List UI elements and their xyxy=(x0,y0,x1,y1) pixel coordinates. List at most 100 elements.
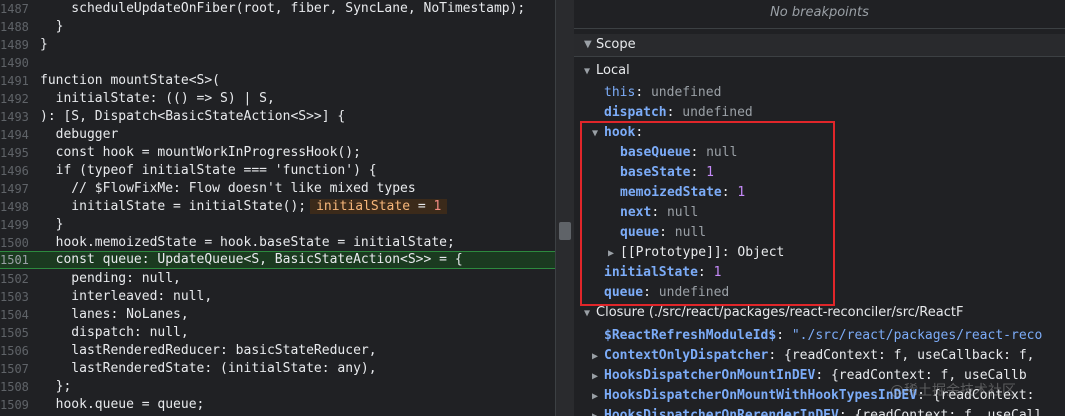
line-number[interactable]: 1503 xyxy=(0,288,29,306)
code-text: initialState: (() => S) | S, xyxy=(40,91,275,106)
line-number[interactable]: 1502 xyxy=(0,270,29,288)
code-line[interactable]: 1488 } xyxy=(0,18,555,36)
current-execution-line[interactable]: 1501 const queue: UpdateQueue<S, BasicSt… xyxy=(0,251,555,269)
code-line[interactable]: 1503 interleaved: null, xyxy=(0,288,555,306)
line-number[interactable]: 1489 xyxy=(0,36,29,54)
line-number[interactable]: 1509 xyxy=(0,396,29,414)
code-line[interactable]: 1489} xyxy=(0,36,555,54)
prop-name: next xyxy=(620,205,652,220)
line-number[interactable]: 1493 xyxy=(0,108,29,126)
var-name: hook xyxy=(604,125,636,140)
scope-var-queue[interactable]: queue: undefined xyxy=(604,283,729,303)
line-number[interactable]: 1500 xyxy=(0,234,29,252)
line-number[interactable]: 1498 xyxy=(0,198,29,216)
triangle-right-icon[interactable]: ▶ xyxy=(592,347,604,367)
line-number[interactable]: 1497 xyxy=(0,180,29,198)
code-text: hook.queue = queue; xyxy=(40,397,205,412)
local-label: Local xyxy=(596,63,630,78)
scope-section-header[interactable]: ▼ Scope xyxy=(574,34,1065,57)
scope-local[interactable]: ▼ Local xyxy=(584,61,630,81)
code-text: initialState = initialState(); xyxy=(40,199,307,214)
code-line[interactable]: 1495 const hook = mountWorkInProgressHoo… xyxy=(0,144,555,162)
line-number[interactable]: 1501 xyxy=(0,252,29,268)
code-line[interactable]: 1499 } xyxy=(0,216,555,234)
triangle-right-icon[interactable]: ▶ xyxy=(592,387,604,407)
prop-name: baseQueue xyxy=(620,145,691,160)
code-line[interactable]: 1490 xyxy=(0,54,555,72)
line-number[interactable]: 1505 xyxy=(0,324,29,342)
var-name: HooksDispatcherOnMountInDEV xyxy=(604,368,816,383)
line-number[interactable]: 1508 xyxy=(0,378,29,396)
line-number[interactable]: 1507 xyxy=(0,360,29,378)
code-line[interactable]: 1492 initialState: (() => S) | S, xyxy=(0,90,555,108)
breakpoints-empty-message: No breakpoints xyxy=(574,0,1065,29)
triangle-down-icon[interactable]: ▼ xyxy=(584,62,596,82)
code-line[interactable]: 1504 lanes: NoLanes, xyxy=(0,306,555,324)
code-text: function mountState<S>( xyxy=(40,73,221,88)
line-number[interactable]: 1491 xyxy=(0,72,29,90)
code-text: interleaved: null, xyxy=(40,289,213,304)
scope-var-hook[interactable]: ▼ hook: xyxy=(592,123,643,143)
prop-value: 1 xyxy=(737,185,746,200)
var-name: ContextOnlyDispatcher xyxy=(604,348,769,363)
code-text: const queue: UpdateQueue<S, BasicStateAc… xyxy=(40,252,463,267)
var-value: "./src/react/packages/react-reco xyxy=(791,328,1043,343)
triangle-right-icon[interactable]: ▶ xyxy=(592,367,604,387)
code-line[interactable]: 1487 scheduleUpdateOnFiber(root, fiber, … xyxy=(0,0,555,18)
var-value: undefined xyxy=(658,285,730,300)
scope-var-context-dispatcher[interactable]: ▶ ContextOnlyDispatcher: {readContext: f,… xyxy=(592,346,1034,366)
code-line[interactable]: 1496 if (typeof initialState === 'functi… xyxy=(0,162,555,180)
triangle-down-icon[interactable]: ▼ xyxy=(592,124,604,144)
triangle-down-icon[interactable]: ▼ xyxy=(584,34,592,56)
scope-prop-memoizedstate[interactable]: memoizedState: 1 xyxy=(620,183,745,203)
triangle-right-icon[interactable]: ▶ xyxy=(608,244,620,264)
code-line[interactable]: 1508 }; xyxy=(0,378,555,396)
scope-var-dispatch[interactable]: dispatch: undefined xyxy=(604,103,753,123)
line-number[interactable]: 1504 xyxy=(0,306,29,324)
line-number[interactable]: 1487 xyxy=(0,0,29,18)
var-value: {readContext: f, useCall xyxy=(854,408,1043,416)
code-line[interactable]: 1502 pending: null, xyxy=(0,270,555,288)
var-value: undefined xyxy=(682,105,753,120)
line-number[interactable]: 1490 xyxy=(0,54,29,72)
scope-prop-queue[interactable]: queue: null xyxy=(620,223,706,243)
scope-prop-basestate[interactable]: baseState: 1 xyxy=(620,163,714,183)
code-text: } xyxy=(40,19,64,34)
code-line[interactable]: 1498 initialState = initialState(); initi… xyxy=(0,198,555,216)
line-number[interactable]: 1495 xyxy=(0,144,29,162)
scrollbar-thumb[interactable] xyxy=(559,222,571,240)
inline-value-badge[interactable]: initialState = 1 xyxy=(310,199,448,214)
scope-closure[interactable]: ▼ Closure (./src/react/packages/react-rec… xyxy=(584,303,963,323)
code-line[interactable]: 1493): [S, Dispatch<BasicStateAction<S>>… xyxy=(0,108,555,126)
code-line[interactable]: 1509 hook.queue = queue; xyxy=(0,396,555,414)
line-number[interactable]: 1506 xyxy=(0,342,29,360)
line-number[interactable]: 1488 xyxy=(0,18,29,36)
line-number[interactable]: 1496 xyxy=(0,162,29,180)
inline-value-number: 1 xyxy=(433,199,442,214)
code-line[interactable]: 1491 function mountState<S>( xyxy=(0,72,555,90)
scope-var-this[interactable]: this: undefined xyxy=(604,83,721,103)
line-number[interactable]: 1492 xyxy=(0,90,29,108)
code-line[interactable]: 1506 lastRenderedReducer: basicStateRedu… xyxy=(0,342,555,360)
var-name: initialState xyxy=(604,265,698,280)
code-line[interactable]: 1507 lastRenderedState: (initialState: a… xyxy=(0,360,555,378)
scope-prop-next[interactable]: next: null xyxy=(620,203,698,223)
line-number[interactable]: 1494 xyxy=(0,126,29,144)
var-value: {readContext: f, useCallback: f, xyxy=(784,348,1035,363)
code-text: pending: null, xyxy=(40,271,181,286)
triangle-right-icon[interactable]: ▶ xyxy=(592,407,604,416)
triangle-down-icon[interactable]: ▼ xyxy=(584,304,596,324)
code-line[interactable]: 1505 dispatch: null, xyxy=(0,324,555,342)
prop-value: null xyxy=(666,205,699,220)
vertical-scrollbar[interactable] xyxy=(555,0,574,416)
scope-var-initialstate[interactable]: initialState: 1 xyxy=(604,263,721,283)
line-number[interactable]: 1499 xyxy=(0,216,29,234)
code-line[interactable]: 1494 debugger xyxy=(0,126,555,144)
scope-prop-basequeue[interactable]: baseQueue: null xyxy=(620,143,737,163)
scope-var-rerender-dev[interactable]: ▶HooksDispatcherOnRerenderInDEV: {readCo… xyxy=(592,406,1042,416)
scope-var-refresh-id[interactable]: $ReactRefreshModuleId$: "./src/react/pac… xyxy=(604,326,1042,346)
scope-prop-prototype[interactable]: ▶ [[Prototype]]: Object xyxy=(608,243,784,263)
code-line[interactable]: 1497 // $FlowFixMe: Flow doesn't like mi… xyxy=(0,180,555,198)
code-comment: // $FlowFixMe: Flow doesn't like mixed t… xyxy=(40,181,416,196)
code-line[interactable]: 1500 hook.memoizedState = hook.baseState… xyxy=(0,234,555,252)
